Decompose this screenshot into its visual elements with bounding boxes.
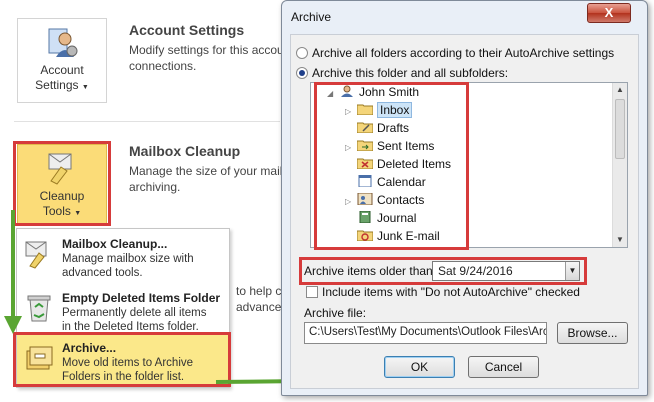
include-do-not-archive-label: Include items with "Do not AutoArchive" … bbox=[322, 285, 580, 299]
dropdown-arrow-icon: ▼ bbox=[81, 84, 89, 91]
green-arrow-down bbox=[4, 210, 22, 334]
ok-button[interactable]: OK bbox=[384, 356, 455, 378]
menu-item-empty-deleted[interactable]: Empty Deleted Items Folder Permanently d… bbox=[17, 285, 229, 337]
divider bbox=[14, 121, 280, 122]
menu-item-title: Mailbox Cleanup... bbox=[62, 237, 168, 251]
scroll-down-icon[interactable]: ▼ bbox=[616, 235, 624, 244]
date-highlight-box bbox=[299, 257, 587, 285]
tree-scrollbar[interactable]: ▲ ▼ bbox=[612, 83, 627, 247]
account-settings-desc-1: Modify settings for this accou bbox=[129, 43, 284, 57]
account-settings-icon bbox=[48, 28, 78, 57]
mailbox-cleanup-title: Mailbox Cleanup bbox=[129, 143, 241, 159]
menu-item-title: Empty Deleted Items Folder bbox=[62, 291, 221, 305]
archive-this-folder-radio[interactable] bbox=[296, 67, 308, 79]
archive-all-radio[interactable] bbox=[296, 47, 308, 59]
account-button-label-1: Account bbox=[40, 63, 84, 77]
cancel-button[interactable]: Cancel bbox=[468, 356, 539, 378]
include-do-not-archive-checkbox[interactable] bbox=[306, 286, 318, 298]
close-button[interactable]: X bbox=[587, 3, 631, 23]
scroll-up-icon[interactable]: ▲ bbox=[616, 85, 624, 94]
menu-item-desc: Permanently delete all items in the Delet… bbox=[62, 307, 207, 333]
archive-highlight-box bbox=[13, 332, 231, 387]
menu-item-mailbox-cleanup[interactable]: Mailbox Cleanup... Manage mailbox size w… bbox=[17, 231, 229, 283]
dialog-title: Archive bbox=[291, 10, 332, 24]
archive-file-input[interactable]: C:\Users\Test\My Documents\Outlook Files… bbox=[304, 322, 547, 344]
scroll-thumb[interactable] bbox=[615, 99, 625, 159]
account-button-label-2: Settings ▼ bbox=[35, 78, 89, 92]
account-settings-button[interactable]: Account Settings ▼ bbox=[17, 18, 107, 103]
menu-item-desc: Manage mailbox size with advanced tools. bbox=[62, 253, 194, 279]
archive-all-label: Archive all folders according to their A… bbox=[312, 46, 615, 60]
archive-this-folder-label: Archive this folder and all subfolders: bbox=[312, 66, 509, 80]
partial-text-1: to help c bbox=[236, 284, 282, 298]
mailbox-cleanup-desc-1: Manage the size of your mail bbox=[129, 164, 283, 178]
tree-highlight-box bbox=[314, 82, 469, 250]
account-settings-title: Account Settings bbox=[129, 22, 245, 38]
browse-button[interactable]: Browse... bbox=[557, 322, 628, 344]
mailbox-cleanup-desc-2: archiving. bbox=[129, 180, 181, 194]
archive-file-label: Archive file: bbox=[304, 306, 367, 320]
account-settings-desc-2: connections. bbox=[129, 59, 197, 73]
